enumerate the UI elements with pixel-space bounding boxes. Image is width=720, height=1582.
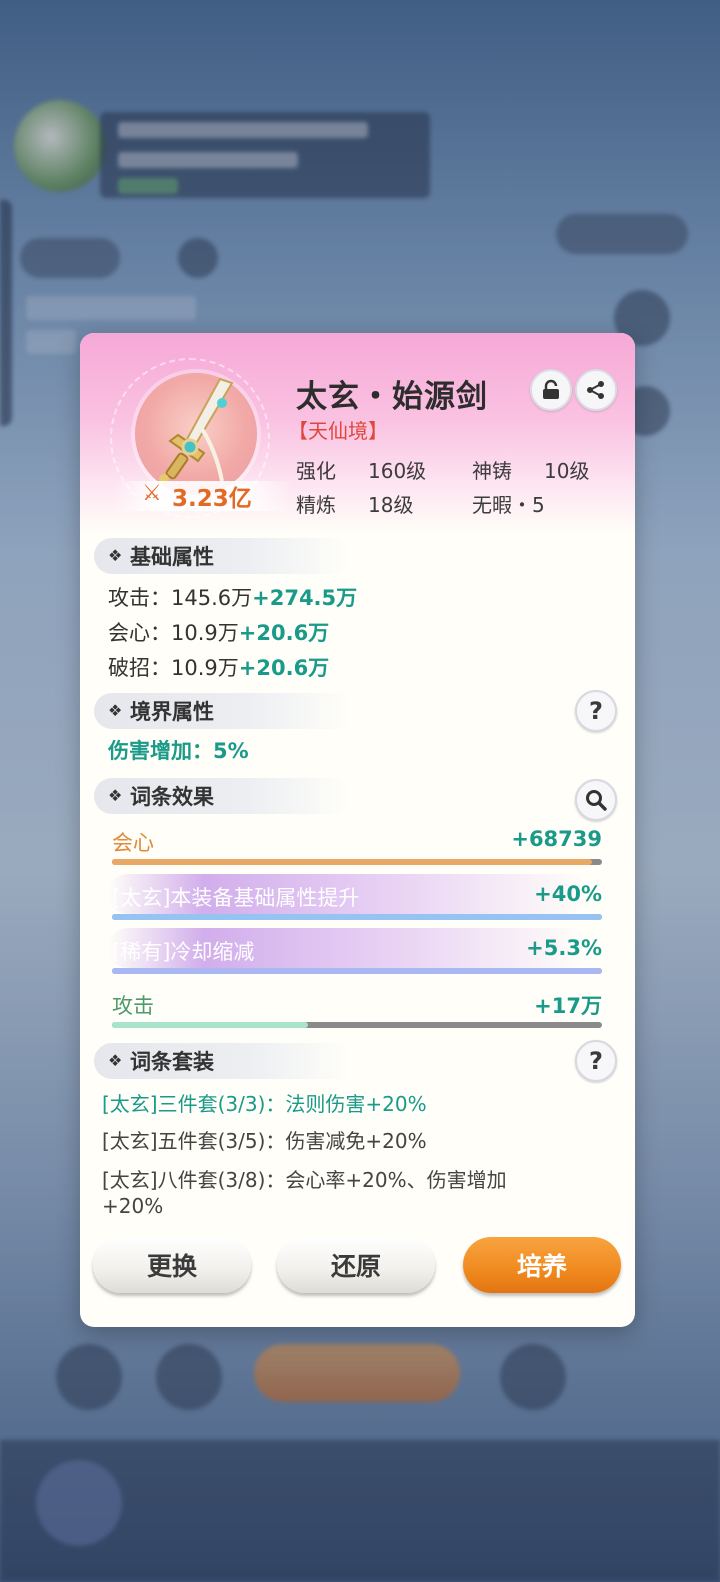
cultivate-button[interactable]: 培养 xyxy=(463,1237,621,1293)
share-icon xyxy=(587,381,604,399)
affix-bar-fill xyxy=(112,859,593,865)
section-title: 词条效果 xyxy=(130,785,214,809)
item-tier: 【天仙境】 xyxy=(288,419,388,443)
section-base-attributes: ❖ 基础属性 xyxy=(94,538,349,574)
attr-bonus: +20.6万 xyxy=(238,656,330,680)
affix-search-button[interactable] xyxy=(575,779,617,821)
attr-value: 10.9万 xyxy=(171,621,239,645)
attr-break: 破招：10.9万+20.6万 xyxy=(108,652,329,682)
affix-value: +68739 xyxy=(511,827,602,851)
diamond-icon: ❖ xyxy=(108,701,123,720)
affix-bar xyxy=(112,859,602,865)
attr-label: 破招： xyxy=(108,656,171,680)
affix-value: +17万 xyxy=(534,994,602,1018)
question-icon: ? xyxy=(589,1047,603,1075)
stat-refine-label: 精炼 xyxy=(296,493,336,517)
set-bonus-line: [太玄]五件套(3/5)：伤害减免+20% xyxy=(102,1129,427,1153)
power-value: 3.23亿 xyxy=(172,486,252,512)
question-icon: ? xyxy=(589,697,603,725)
affix-bar xyxy=(112,914,602,920)
affix-bar xyxy=(112,968,602,974)
diamond-icon: ❖ xyxy=(108,546,123,565)
affix-name: [太玄]本装备基础属性提升 xyxy=(112,886,360,910)
affix-name: [稀有]冷却缩减 xyxy=(112,940,255,964)
stat-refine-value: 18级 xyxy=(368,493,414,517)
affix-bar-fill xyxy=(112,914,602,920)
item-name: 太玄・始源剑 xyxy=(296,379,488,415)
affix-bar-fill xyxy=(112,1022,308,1028)
set-help-button[interactable]: ? xyxy=(575,1040,617,1082)
diamond-icon: ❖ xyxy=(108,1051,123,1070)
attr-label: 会心： xyxy=(108,621,171,645)
stat-enhance-label: 强化 xyxy=(296,459,336,483)
section-title: 基础属性 xyxy=(130,545,214,569)
affix-name: 会心 xyxy=(112,831,154,855)
section-title: 境界属性 xyxy=(130,700,214,724)
realm-attr: 伤害增加：5% xyxy=(108,739,249,763)
affix-bar xyxy=(112,1022,602,1028)
equipment-detail-dialog: ⚔ 3.23亿 太玄・始源剑 【天仙境】 强化 160级 神铸 10级 精炼 1… xyxy=(80,333,635,1327)
stat-forge-value: 10级 xyxy=(544,459,590,483)
stat-flawless-label: 无暇・5 xyxy=(472,493,545,517)
attr-attack: 攻击：145.6万+274.5万 xyxy=(108,582,357,612)
realm-help-button[interactable]: ? xyxy=(575,690,617,732)
attr-bonus: +274.5万 xyxy=(252,586,358,610)
sword-icon xyxy=(159,377,234,484)
share-button[interactable] xyxy=(575,369,617,411)
section-affix-sets: ❖ 词条套装 xyxy=(94,1043,349,1079)
section-affix-effects: ❖ 词条效果 xyxy=(94,778,349,814)
set-bonus-line: [太玄]八件套(3/8)：会心率+20%、伤害增加 xyxy=(102,1168,507,1192)
attr-value: 10.9万 xyxy=(171,656,239,680)
search-icon xyxy=(586,790,607,811)
attr-label: 攻击： xyxy=(108,586,171,610)
crossed-swords-icon: ⚔ xyxy=(142,481,162,506)
section-realm-attributes: ❖ 境界属性 xyxy=(94,693,349,729)
affix-row: 攻击 +17万 xyxy=(112,990,602,1040)
affix-row: 会心 +68739 xyxy=(112,827,602,877)
set-bonus-line: +20% xyxy=(102,1194,164,1218)
section-title: 词条套装 xyxy=(130,1050,214,1074)
attr-value: 145.6万 xyxy=(171,586,253,610)
affix-value: +5.3% xyxy=(526,936,602,960)
set-bonus-line: [太玄]三件套(3/3)：法则伤害+20% xyxy=(102,1092,427,1116)
lock-icon xyxy=(543,379,559,399)
affix-value: +40% xyxy=(534,882,602,906)
attr-crit: 会心：10.9万+20.6万 xyxy=(108,617,329,647)
diamond-icon: ❖ xyxy=(108,786,123,805)
affix-bar-fill xyxy=(112,968,602,974)
stat-enhance-value: 160级 xyxy=(368,459,427,483)
stat-forge-label: 神铸 xyxy=(472,459,512,483)
restore-button[interactable]: 还原 xyxy=(277,1237,435,1293)
lock-button[interactable] xyxy=(530,369,572,411)
affix-row: [太玄]本装备基础属性提升 +40% xyxy=(108,874,602,932)
affix-row: [稀有]冷却缩减 +5.3% xyxy=(108,928,602,986)
affix-name: 攻击 xyxy=(112,994,154,1018)
replace-button[interactable]: 更换 xyxy=(93,1237,251,1293)
attr-bonus: +20.6万 xyxy=(238,621,330,645)
